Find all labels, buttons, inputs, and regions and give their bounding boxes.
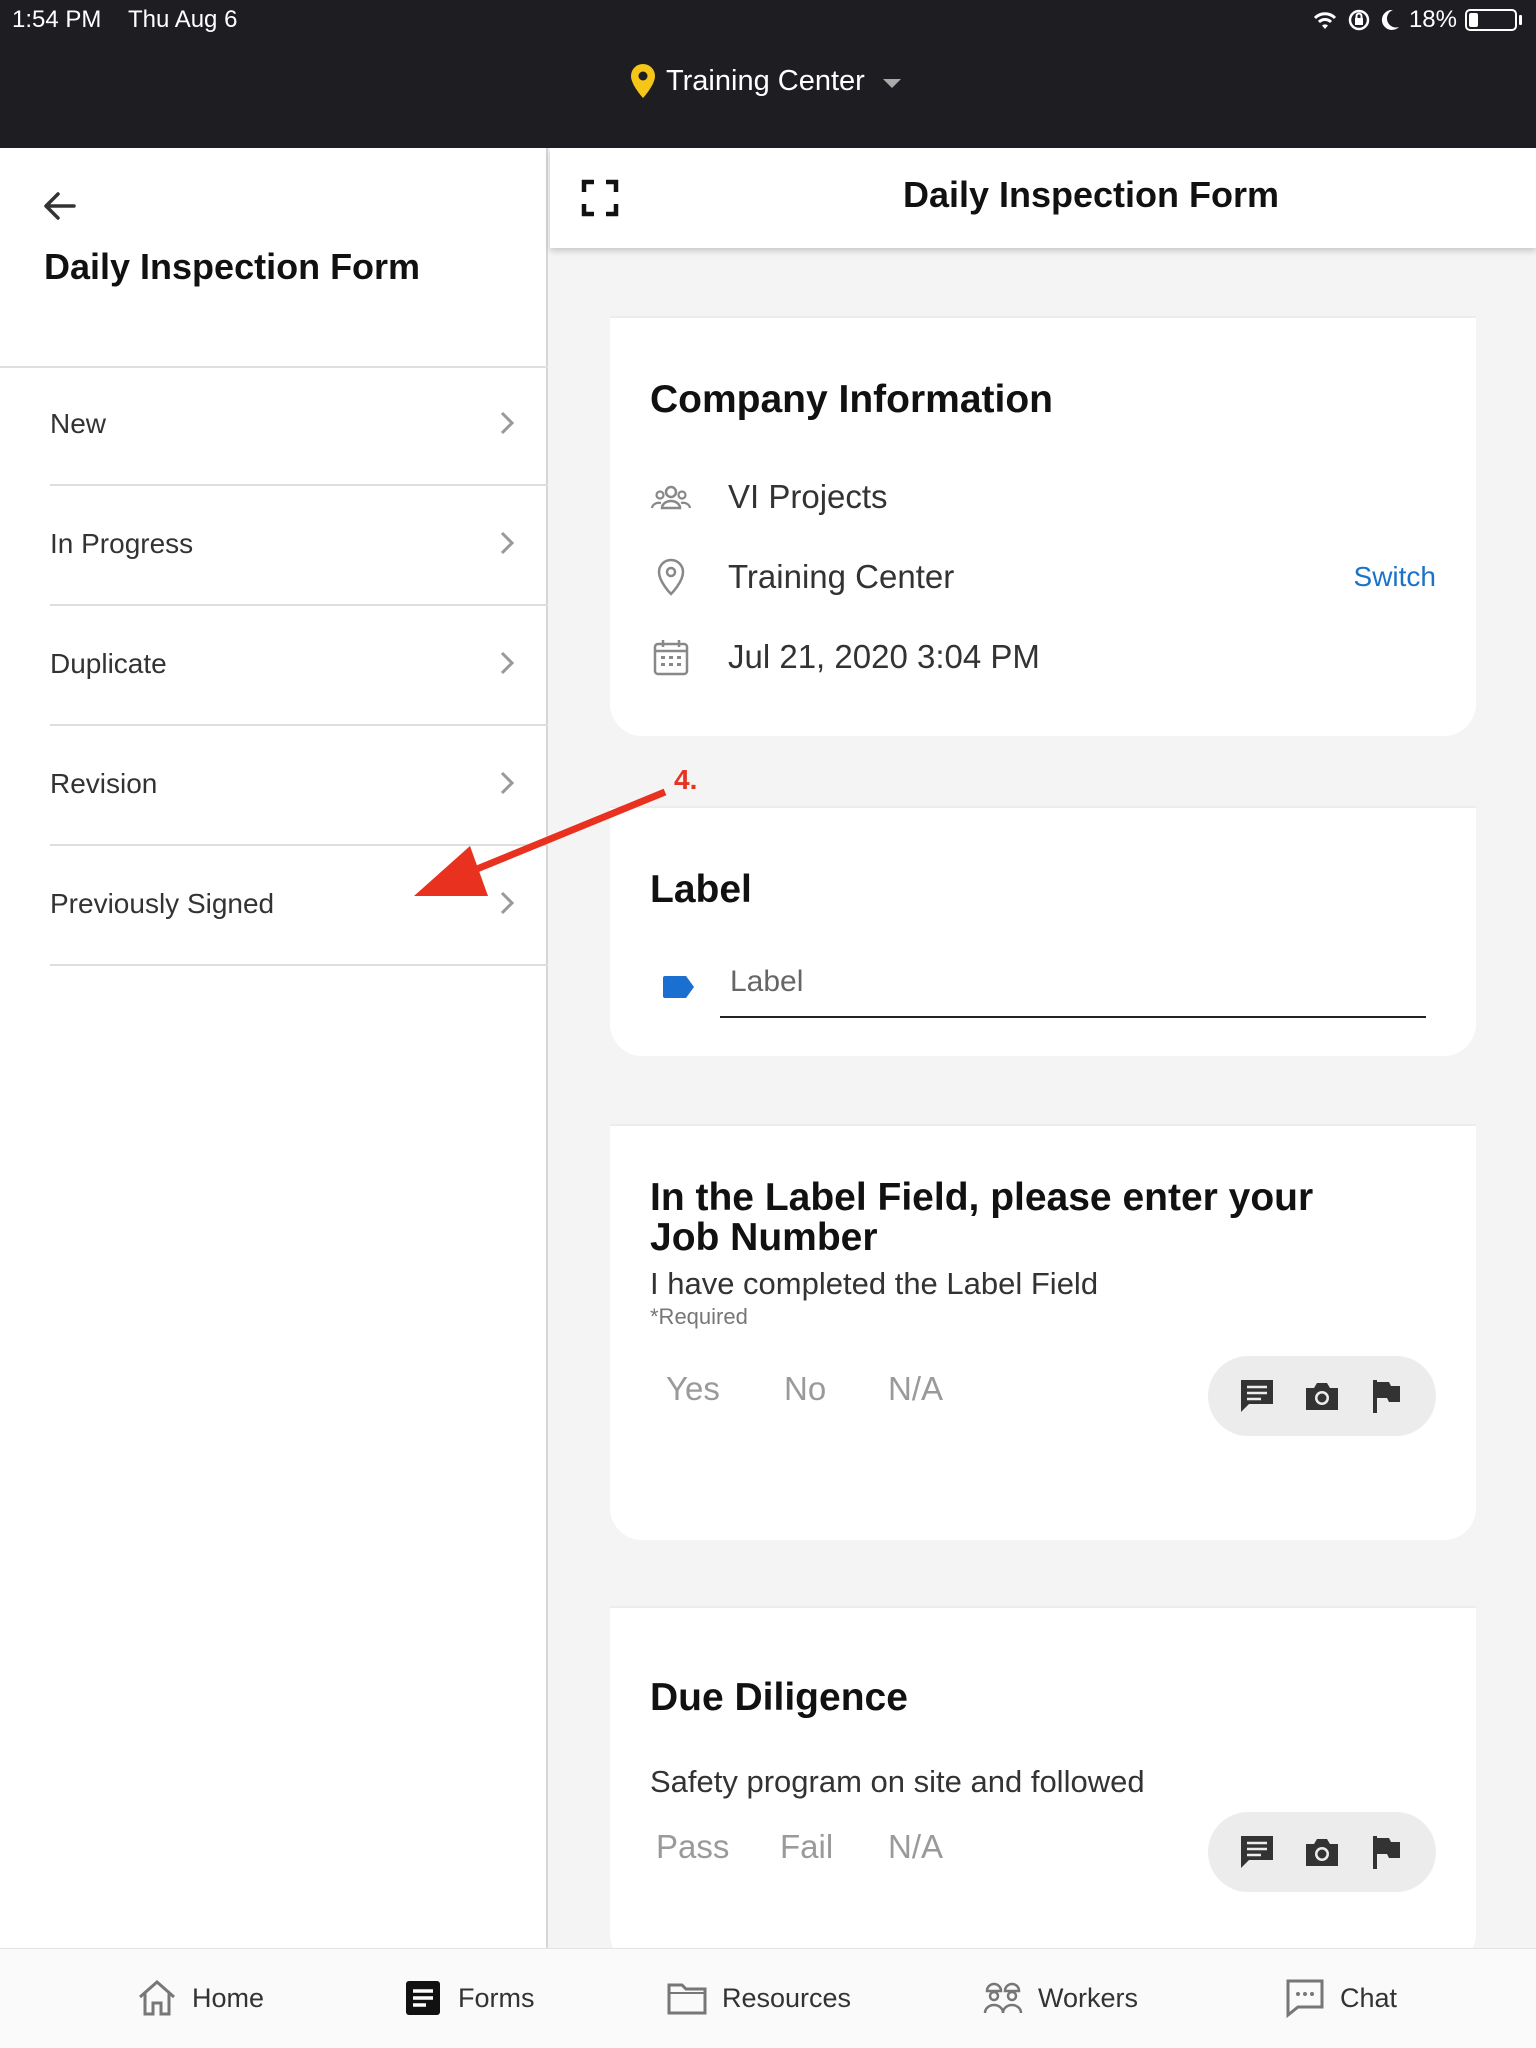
bottom-tab-bar: Home Forms Resources Workers Chat xyxy=(0,1948,1536,2048)
form-datetime: Jul 21, 2020 3:04 PM xyxy=(728,638,1040,675)
question-subtitle: I have completed the Label Field xyxy=(650,1266,1099,1301)
camera-icon[interactable] xyxy=(1302,1832,1342,1872)
required-note: *Required xyxy=(650,1304,748,1329)
option-fail[interactable]: Fail xyxy=(780,1828,833,1866)
card-title: Label xyxy=(650,868,752,911)
form-title: Daily Inspection Form xyxy=(902,174,1280,215)
chat-icon xyxy=(1286,1979,1324,2019)
home-icon xyxy=(139,1979,175,2016)
workers-icon xyxy=(983,1982,1023,2014)
chevron-right-icon xyxy=(500,891,515,915)
menu-item-label: Revision xyxy=(50,768,158,799)
label-input[interactable] xyxy=(720,948,1426,1018)
menu-item-label: New xyxy=(50,408,107,439)
question-subtitle: Safety program on site and followed xyxy=(650,1764,1145,1799)
location-selector[interactable]: Training Center xyxy=(630,64,901,98)
datetime-row: Jul 21, 2020 3:04 PM xyxy=(650,632,1436,682)
tab-chat[interactable]: Chat xyxy=(1284,1977,1397,2019)
back-arrow-icon[interactable] xyxy=(38,184,82,228)
tab-label: Home xyxy=(192,1982,265,2013)
option-na[interactable]: N/A xyxy=(888,1828,943,1866)
left-panel: Daily Inspection Form New In Progress Du… xyxy=(0,148,548,1948)
menu-item-previously-signed[interactable]: Previously Signed xyxy=(50,846,548,966)
option-no[interactable]: No xyxy=(784,1370,826,1408)
tab-label: Workers xyxy=(1038,1982,1139,2013)
option-na[interactable]: N/A xyxy=(888,1370,943,1408)
menu-item-in-progress[interactable]: In Progress xyxy=(50,486,548,606)
flag-icon[interactable] xyxy=(1367,1832,1407,1872)
menu-item-label: Previously Signed xyxy=(50,888,275,919)
card-title: Company Information xyxy=(650,378,1054,421)
left-panel-title: Daily Inspection Form xyxy=(44,246,421,287)
label-card: Label xyxy=(610,806,1476,1056)
option-pass[interactable]: Pass xyxy=(656,1828,729,1866)
menu-item-duplicate[interactable]: Duplicate xyxy=(50,606,548,726)
battery-icon xyxy=(1465,9,1517,31)
annotation-number: 4. xyxy=(674,764,698,795)
location-pin-icon xyxy=(657,558,685,596)
chevron-right-icon xyxy=(500,531,515,555)
flag-icon[interactable] xyxy=(1367,1376,1407,1416)
chevron-right-icon xyxy=(500,651,515,675)
top-bar: 1:54 PM Thu Aug 6 18% Training Center xyxy=(0,0,1536,148)
group-icon xyxy=(650,485,692,510)
question-title-line2: Job Number xyxy=(650,1216,878,1259)
question-title-line1: In the Label Field, please enter your xyxy=(650,1176,1314,1219)
menu-item-new[interactable]: New xyxy=(50,366,548,486)
tag-icon xyxy=(663,976,694,998)
moon-icon xyxy=(1381,9,1399,30)
tab-home[interactable]: Home xyxy=(136,1977,264,2019)
wifi-icon xyxy=(1313,12,1337,29)
calendar-icon xyxy=(653,640,689,676)
comment-icon[interactable] xyxy=(1237,1832,1277,1872)
menu-item-label: In Progress xyxy=(50,528,194,559)
chevron-right-icon xyxy=(500,411,515,435)
location-row: Training Center Switch xyxy=(650,552,1436,602)
tab-label: Chat xyxy=(1340,1982,1398,2013)
rotation-lock-icon xyxy=(1348,9,1370,31)
location-pin-icon xyxy=(631,64,655,98)
tab-label: Forms xyxy=(458,1982,535,2013)
action-pill xyxy=(1208,1356,1436,1436)
status-icons: 18% xyxy=(1311,6,1522,34)
camera-icon[interactable] xyxy=(1302,1376,1342,1416)
folder-icon xyxy=(667,1983,707,2015)
comment-icon[interactable] xyxy=(1237,1376,1277,1416)
company-info-card: Company Information VI Projects Training… xyxy=(610,316,1476,736)
card-title: Due Diligence xyxy=(650,1676,908,1719)
tab-workers[interactable]: Workers xyxy=(982,1977,1138,2019)
menu-item-revision[interactable]: Revision xyxy=(50,726,548,846)
due-diligence-card: Due Diligence Safety program on site and… xyxy=(610,1606,1476,1966)
tab-resources[interactable]: Resources xyxy=(666,1977,851,2019)
forms-icon xyxy=(406,1981,440,2015)
tab-label: Resources xyxy=(722,1982,852,2013)
location-name: Training Center xyxy=(728,558,955,595)
form-header: Daily Inspection Form xyxy=(550,148,1536,248)
option-yes[interactable]: Yes xyxy=(666,1370,720,1408)
battery-percent: 18% xyxy=(1408,6,1457,33)
location-label: Training Center xyxy=(666,64,865,97)
tab-forms[interactable]: Forms xyxy=(402,1977,535,2019)
menu-item-label: Duplicate xyxy=(50,648,167,679)
action-pill xyxy=(1208,1812,1436,1892)
chevron-right-icon xyxy=(500,771,515,795)
company-name: VI Projects xyxy=(728,478,888,515)
switch-link[interactable]: Switch xyxy=(1354,561,1436,593)
status-time: 1:54 PM xyxy=(12,6,102,33)
company-row: VI Projects xyxy=(650,472,1436,522)
caret-down-icon xyxy=(882,78,901,88)
question-card: In the Label Field, please enter your Jo… xyxy=(610,1124,1476,1540)
status-date: Thu Aug 6 xyxy=(128,6,238,33)
